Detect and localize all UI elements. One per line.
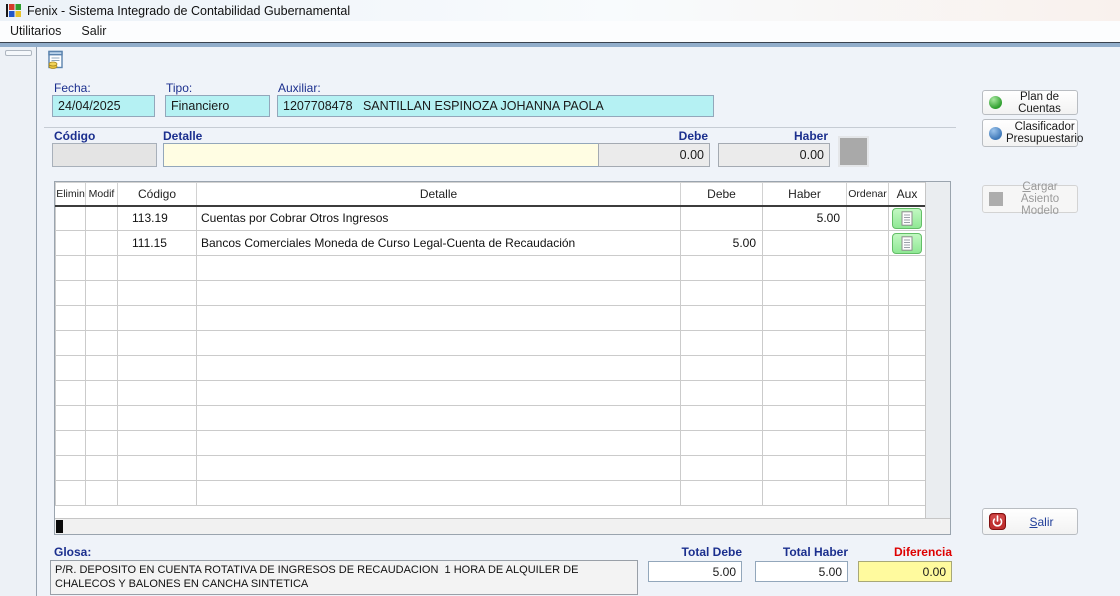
cell-debe (681, 206, 763, 231)
aux-document-button[interactable] (892, 233, 922, 254)
grid-row[interactable]: 111.15 Bancos Comerciales Moneda de Curs… (56, 231, 926, 256)
cell-haber (763, 231, 847, 256)
title-bar: Fenix - Sistema Integrado de Contabilida… (0, 0, 1120, 21)
blue-sphere-icon (989, 127, 1002, 140)
aux-document-button[interactable] (892, 208, 922, 229)
scrollbar-thumb[interactable] (56, 520, 63, 533)
form-divider (44, 127, 956, 128)
col-header-ordenar: Ordenar (847, 183, 889, 206)
cargar-asiento-modelo-button[interactable]: Cargar Asiento Modelo (982, 185, 1078, 213)
plan-de-cuentas-button[interactable]: Plan de Cuentas (982, 90, 1078, 115)
vertical-scrollbar[interactable] (925, 182, 950, 518)
haber-label: Haber (718, 129, 828, 143)
grid-empty-row (56, 331, 926, 356)
debe-input[interactable]: 0.00 (598, 143, 710, 167)
col-header-modif: Modif (86, 183, 118, 206)
auxiliar-input[interactable]: 1207708478 SANTILLAN ESPINOZA JOHANNA PA… (277, 95, 714, 117)
horizontal-scrollbar[interactable] (55, 518, 950, 534)
grid-empty-row (56, 406, 926, 431)
menu-item-salir[interactable]: Salir (71, 21, 116, 42)
salir-button[interactable]: Salir (982, 508, 1078, 535)
menu-item-utilitarios[interactable]: Utilitarios (0, 21, 71, 42)
col-header-aux: Aux (889, 183, 926, 206)
col-header-haber: Haber (763, 183, 847, 206)
cell-codigo: 113.19 (118, 206, 197, 231)
left-collapsed-panel[interactable] (0, 47, 37, 596)
fecha-input[interactable]: 24/04/2025 (52, 95, 155, 117)
detalle-input[interactable] (163, 143, 600, 167)
haber-input[interactable]: 0.00 (718, 143, 830, 167)
fecha-label: Fecha: (54, 81, 91, 95)
entries-table: Elimin Modif Código Detalle Debe Haber O… (55, 182, 926, 506)
blank-square-button[interactable] (838, 136, 869, 167)
grey-square-icon (989, 192, 1003, 206)
clasificador-label: Clasificador Presupuestario (1006, 121, 1087, 145)
auxiliar-label: Auxiliar: (278, 81, 321, 95)
menu-bar: Utilitarios Salir (0, 21, 1120, 42)
total-debe-field: 5.00 (648, 561, 742, 582)
total-debe-label: Total Debe (648, 545, 742, 559)
panel-grip[interactable] (5, 50, 32, 56)
diferencia-label: Diferencia (858, 545, 952, 559)
grid-empty-row (56, 256, 926, 281)
cell-detalle: Bancos Comerciales Moneda de Curso Legal… (197, 231, 681, 256)
total-haber-field: 5.00 (755, 561, 848, 582)
window-title: Fenix - Sistema Integrado de Contabilida… (27, 4, 350, 18)
application-window: Fenix - Sistema Integrado de Contabilida… (0, 0, 1120, 596)
codigo-label: Código (54, 129, 95, 143)
tipo-label: Tipo: (166, 81, 192, 95)
cell-codigo: 111.15 (118, 231, 197, 256)
grid-empty-row (56, 481, 926, 506)
grid-header-row: Elimin Modif Código Detalle Debe Haber O… (56, 183, 926, 206)
grid-empty-row (56, 306, 926, 331)
tipo-input[interactable]: Financiero (165, 95, 270, 117)
grid-empty-row (56, 381, 926, 406)
debe-label: Debe (598, 129, 708, 143)
new-entry-document-icon[interactable] (46, 50, 66, 70)
clasificador-presupuestario-button[interactable]: Clasificador Presupuestario (982, 119, 1078, 147)
codigo-input[interactable] (52, 143, 157, 167)
col-header-elimin: Elimin (56, 183, 86, 206)
grid-empty-row (56, 456, 926, 481)
cargar-asiento-label: Cargar Asiento Modelo (1007, 181, 1077, 217)
diferencia-field: 0.00 (858, 561, 952, 582)
glosa-label: Glosa: (54, 545, 91, 559)
power-icon (989, 513, 1006, 530)
app-icon (6, 3, 22, 18)
total-haber-label: Total Haber (755, 545, 848, 559)
detalle-label: Detalle (163, 129, 202, 143)
entries-grid: Elimin Modif Código Detalle Debe Haber O… (54, 181, 951, 535)
glosa-textarea[interactable]: P/R. DEPOSITO EN CUENTA ROTATIVA DE INGR… (50, 560, 638, 595)
col-header-codigo: Código (118, 183, 197, 206)
window-band (0, 42, 1120, 47)
cell-haber: 5.00 (763, 206, 847, 231)
grid-row[interactable]: 113.19 Cuentas por Cobrar Otros Ingresos… (56, 206, 926, 231)
col-header-debe: Debe (681, 183, 763, 206)
plan-de-cuentas-label: Plan de Cuentas (1006, 91, 1077, 115)
salir-label: Salir (1010, 516, 1077, 528)
col-header-detalle: Detalle (197, 183, 681, 206)
cell-detalle: Cuentas por Cobrar Otros Ingresos (197, 206, 681, 231)
grid-empty-row (56, 431, 926, 456)
green-sphere-icon (989, 96, 1002, 109)
grid-empty-row (56, 281, 926, 306)
grid-empty-row (56, 356, 926, 381)
cell-debe: 5.00 (681, 231, 763, 256)
